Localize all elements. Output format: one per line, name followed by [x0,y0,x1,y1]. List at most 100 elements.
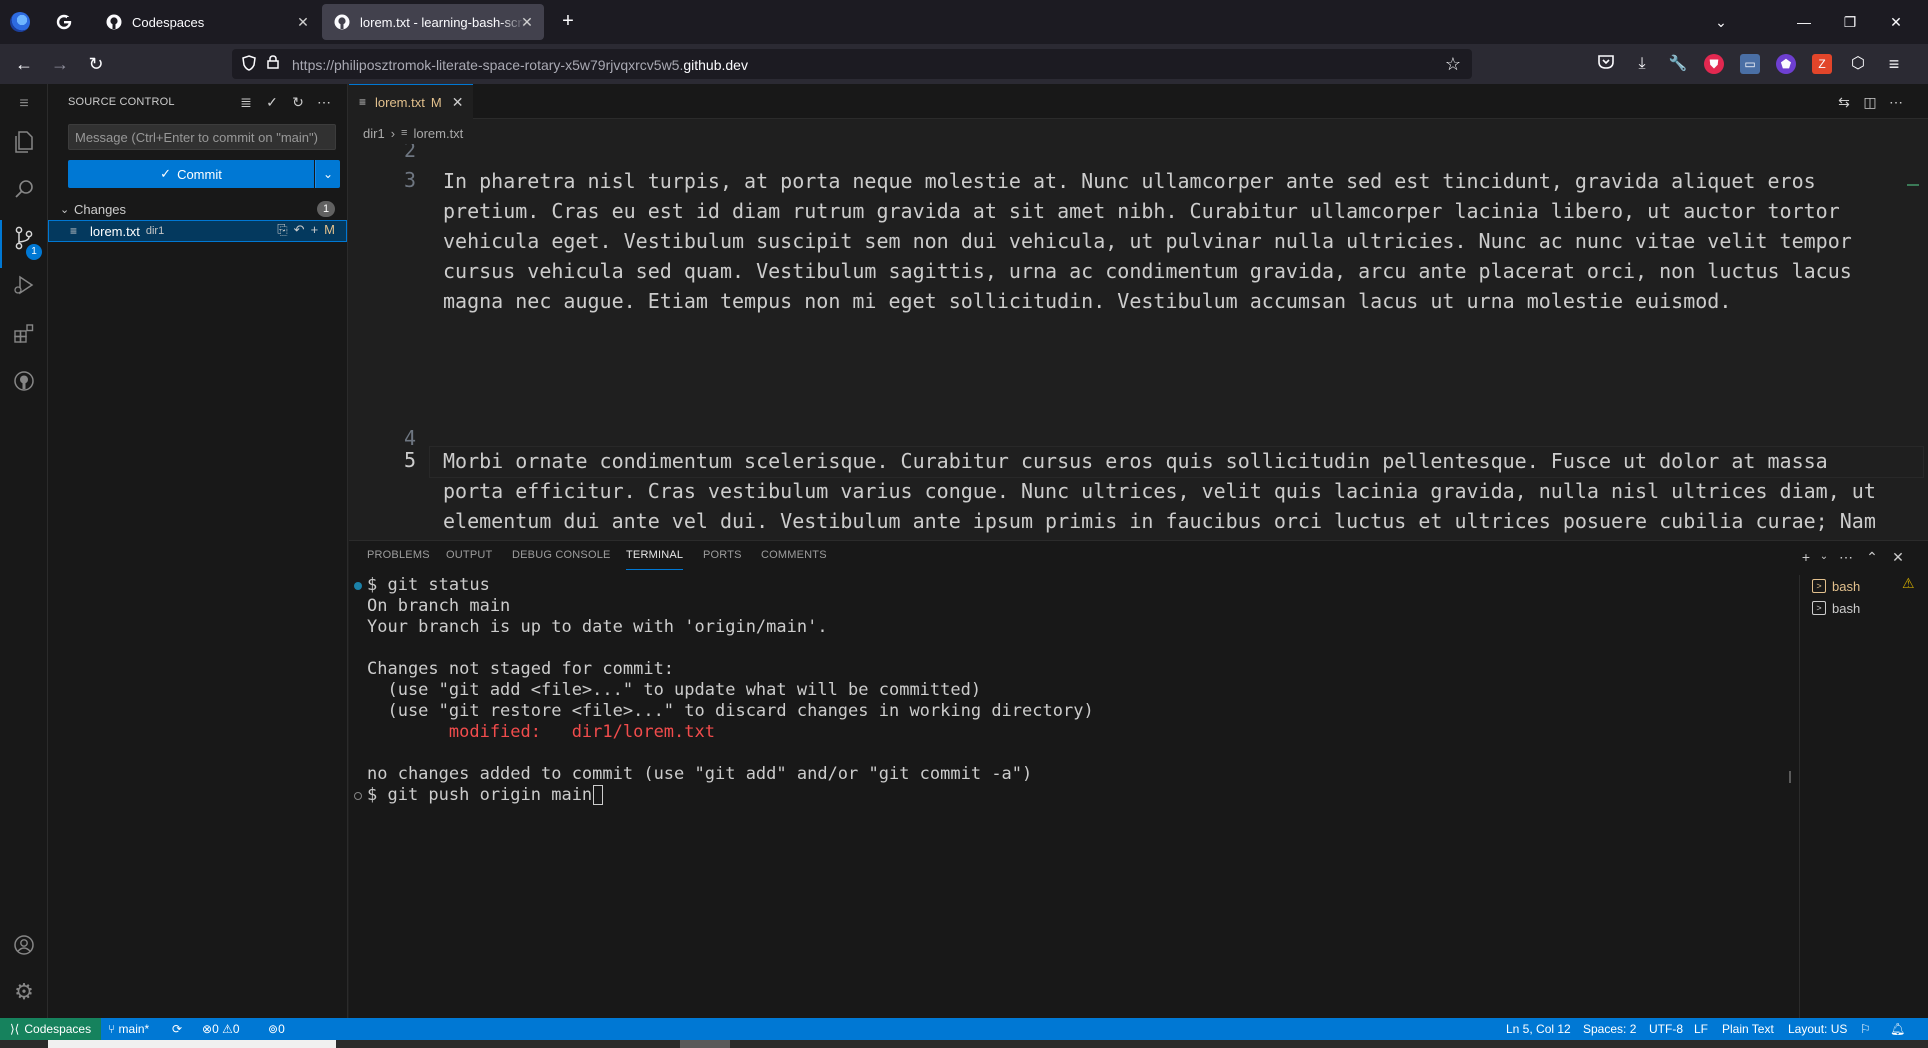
downloads-icon[interactable]: ⤓ [1632,54,1652,74]
browser-tab-google[interactable] [44,4,92,40]
line-text: In pharetra nisl turpis, at porta neque … [443,169,1864,313]
keyboard-layout[interactable]: Layout: US [1788,1022,1847,1036]
firefox-menu-icon[interactable] [10,12,30,32]
editor-tab-label: lorem.txt [375,94,425,110]
horizontal-scrollbar[interactable] [680,1040,730,1048]
close-tab-icon[interactable]: ✕ [518,13,536,31]
panel-tab-comments[interactable]: COMMENTS [761,549,827,561]
activity-bar: ≡ 1 ⚙ [0,84,48,1018]
problems-indicator[interactable]: ⊗0 ⚠0 [202,1022,240,1036]
manage-gear-icon[interactable]: ⚙ [12,980,36,1004]
editor-area: ≡ lorem.txt M ✕ ⇆ ◫ ⋯ dir1 › ≡ lorem.txt… [349,84,1928,540]
panel-tab-debug-console[interactable]: DEBUG CONSOLE [512,549,611,561]
refresh-icon[interactable]: ↻ [288,92,308,112]
pocket-icon[interactable] [1596,54,1616,74]
terminal[interactable]: $ git status On branch main Your branch … [349,575,1799,1019]
extensions-icon[interactable] [12,322,36,346]
new-tab-button[interactable]: + [556,10,580,34]
indentation[interactable]: Spaces: 2 [1583,1022,1636,1036]
changes-group-header[interactable]: ⌄ Changes 1 [48,198,347,220]
breadcrumb-file[interactable]: lorem.txt [413,126,463,141]
maximize-panel-icon[interactable]: ⌃ [1862,547,1882,567]
run-debug-icon[interactable] [12,274,36,298]
close-panel-icon[interactable]: ✕ [1888,547,1908,567]
commit-button[interactable]: ✓ Commit [68,160,314,188]
browser-nav-bar: ← → ↻ https://philiposztromok-literate-s… [0,44,1928,108]
reload-icon[interactable]: ↻ [84,52,108,76]
ports-count: 0 [278,1022,285,1036]
terminal-line: (use "git add <file>..." to update what … [367,680,982,700]
search-icon[interactable] [12,178,36,202]
editor-tab-lorem[interactable]: ≡ lorem.txt M ✕ [349,84,473,119]
end-of-line[interactable]: LF [1694,1022,1708,1036]
restore-icon[interactable]: ❐ [1838,10,1862,34]
breadcrumb-folder[interactable]: dir1 [363,126,385,141]
more-actions-icon[interactable]: ⋯ [314,92,334,112]
url-bar[interactable]: https://philiposztromok-literate-space-r… [232,49,1472,79]
panel-tab-terminal[interactable]: TERMINAL [626,549,684,570]
language-mode[interactable]: Plain Text [1722,1022,1774,1036]
extension-icon[interactable]: Z [1812,54,1832,74]
open-file-icon[interactable]: ⎘ [277,222,287,238]
terminal-line: $ git status [367,575,490,595]
split-editor-icon[interactable]: ◫ [1860,92,1880,112]
menu-icon[interactable]: ≡ [12,92,36,116]
terminal-list-item[interactable]: > bash [1812,597,1860,619]
remote-indicator[interactable]: ⟩⟨ Codespaces [0,1018,102,1040]
error-icon: ⊗ [202,1022,213,1036]
hamburger-menu-icon[interactable]: ≡ [1884,54,1904,74]
changes-count-badge: 1 [317,201,335,217]
source-control-sidebar: SOURCE CONTROL ≣ ✓ ↻ ⋯ ✓ Commit ⌄ ⌄ Chan… [48,84,348,1018]
lock-icon[interactable] [264,55,282,73]
commit-message-input[interactable] [68,124,336,150]
explorer-icon[interactable] [12,130,36,154]
close-editor-icon[interactable]: ✕ [452,94,464,111]
sync-icon[interactable]: ⟳ [172,1022,182,1036]
terminal-scrollbar[interactable] [1789,771,1791,783]
panel-tab-output[interactable]: OUTPUT [446,549,492,561]
more-actions-icon[interactable]: ⋯ [1836,547,1856,567]
discard-changes-icon[interactable]: ↶ [294,222,305,238]
list-all-tabs-icon[interactable]: ⌄ [1709,10,1733,34]
ports-indicator[interactable]: ⊚0 [268,1022,285,1036]
devtools-wrench-icon[interactable]: 🔧 [1668,54,1688,74]
encoding[interactable]: UTF-8 [1649,1022,1683,1036]
cursor-position[interactable]: Ln 5, Col 12 [1506,1022,1571,1036]
stage-changes-icon[interactable]: + [311,222,319,238]
panel-tab-ports[interactable]: PORTS [703,549,742,561]
extensions-puzzle-icon[interactable]: ⬡ [1848,54,1868,74]
forward-icon[interactable]: → [48,52,72,76]
terminal-prompt-line: $ git push origin main [367,785,604,805]
ublock-origin-icon[interactable]: ⛊ [1704,54,1724,74]
notifications-bell-icon[interactable]: 🔔︎ [1890,1022,1905,1036]
error-count: 0 [212,1022,219,1036]
accounts-icon[interactable] [12,934,36,958]
open-changes-icon[interactable]: ⇆ [1834,92,1854,112]
github-icon[interactable] [12,370,36,394]
branch-indicator[interactable]: ⑂ main* [108,1022,149,1036]
close-window-icon[interactable]: ✕ [1884,10,1908,34]
view-as-tree-icon[interactable]: ≣ [236,92,256,112]
browser-tab-codespaces[interactable]: Codespaces ✕ [94,4,320,40]
code-editor[interactable]: 2 3 In pharetra nisl turpis, at porta ne… [349,144,1928,540]
commit-dropdown-button[interactable]: ⌄ [315,160,340,188]
feedback-icon[interactable]: ⚐ [1860,1022,1871,1036]
extension-window-icon[interactable]: ▭ [1740,54,1760,74]
more-actions-icon[interactable]: ⋯ [1886,92,1906,112]
changed-file-row[interactable]: ≡ lorem.txt dir1 ⎘ ↶ + M [48,220,347,242]
tracking-protection-icon[interactable] [240,55,258,73]
minimize-icon[interactable]: — [1792,10,1816,34]
terminal-line-modified: modified: dir1/lorem.txt [367,722,715,742]
extension-shield-icon[interactable]: ⬟ [1776,54,1796,74]
bookmark-star-icon[interactable]: ☆ [1444,55,1462,73]
url-domain: github.dev [683,57,748,73]
close-tab-icon[interactable]: ✕ [294,13,312,31]
new-terminal-icon[interactable]: + [1796,547,1816,567]
line-number: 5 [403,448,416,472]
back-icon[interactable]: ← [12,52,36,76]
browser-tab-lorem[interactable]: lorem.txt - learning-bash-scripts ✕ [322,4,544,40]
commit-check-icon[interactable]: ✓ [262,92,282,112]
panel-tab-problems[interactable]: PROBLEMS [367,549,430,561]
terminal-list-item[interactable]: > bash ⚠ [1812,575,1915,597]
chevron-down-icon[interactable]: ⌄ [1814,547,1834,567]
